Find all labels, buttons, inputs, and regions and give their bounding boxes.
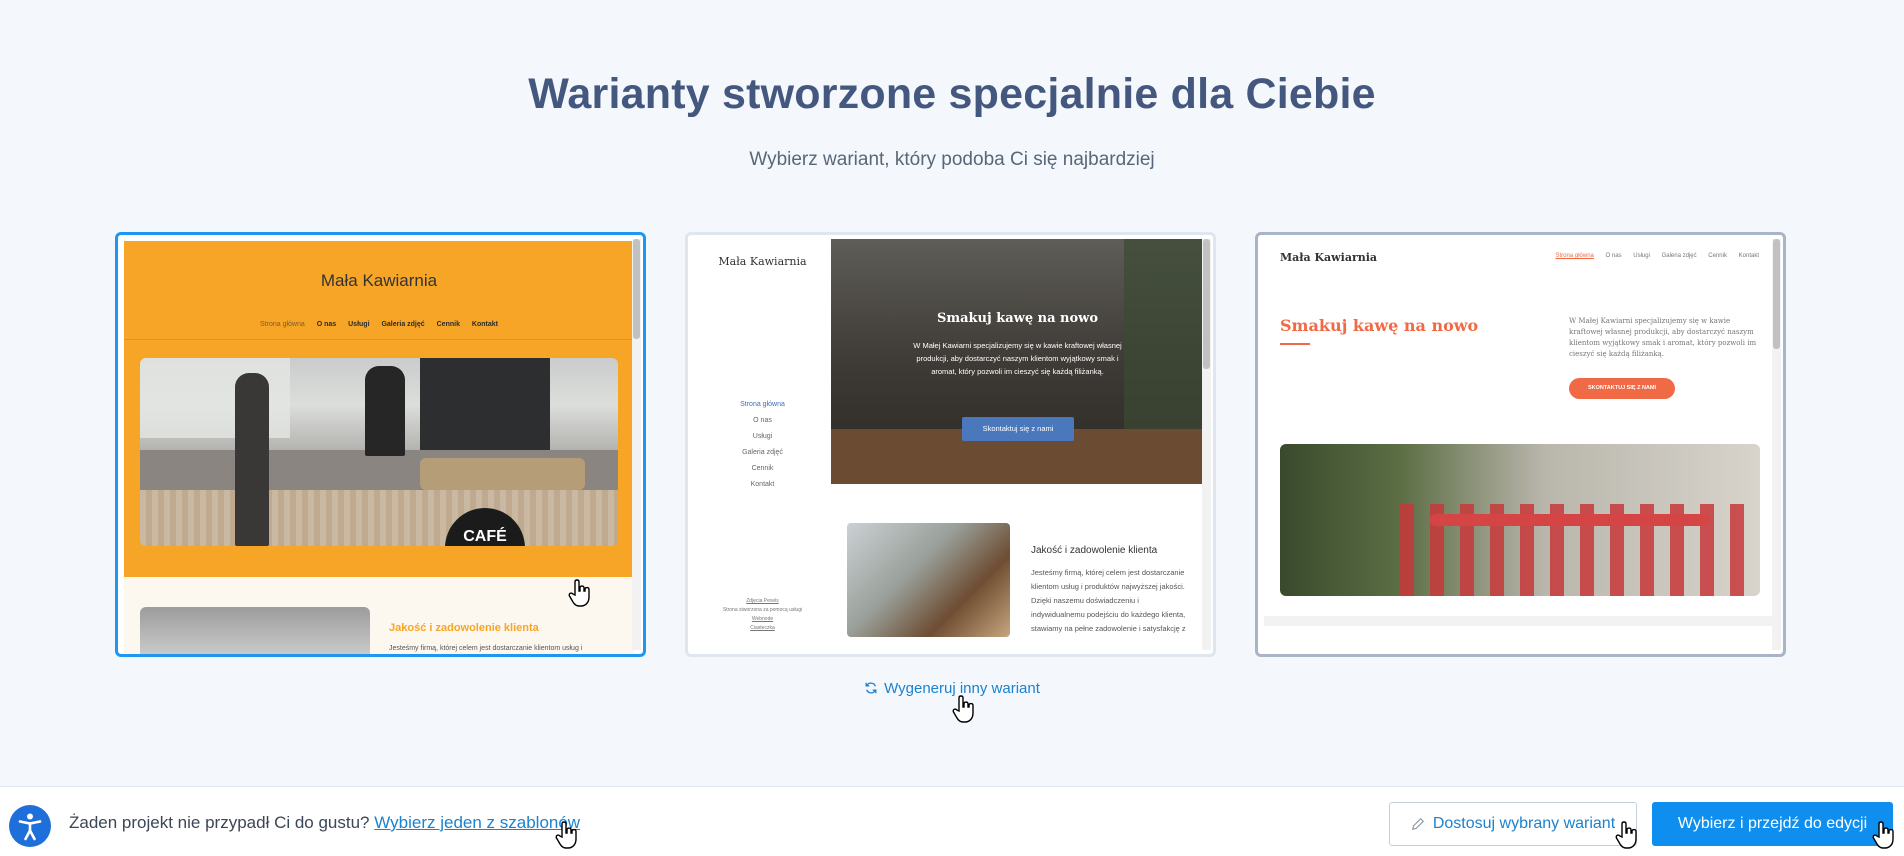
variant-2-section: Jakość i zadowolenie klienta Jesteśmy fi… [831, 484, 1204, 654]
variant-1-hero: Mała Kawiarnia Strona główna O nas Usług… [124, 241, 634, 577]
variant-2-nav-item: O nas [753, 417, 772, 424]
photo-person [365, 366, 405, 456]
variant-1-nav-item: Usługi [348, 321, 370, 328]
variant-1-preview: Mała Kawiarnia Strona główna O nas Usług… [124, 241, 634, 654]
variant-3-nav-item: O nas [1605, 253, 1622, 259]
photo-sacks [420, 458, 585, 490]
variant-2-nav-item: Kontakt [750, 481, 775, 488]
section-image [847, 523, 1010, 637]
accessibility-icon[interactable] [9, 805, 51, 847]
hand-pointer-icon [555, 821, 577, 849]
variant-2-nav-item: Usługi [752, 433, 773, 440]
variant-2-sidebar: Mała Kawiarnia Strona główna O nas Usług… [694, 239, 831, 654]
hand-pointer-icon [952, 695, 974, 723]
variant-1-scrollbar[interactable] [632, 239, 641, 650]
photo-menu-board [420, 358, 550, 458]
variant-2-hero-title: Smakuj kawę na nowo [936, 311, 1099, 326]
page-title: Warianty stworzone specjalnie dla Ciebie [528, 70, 1376, 118]
variant-3-preview: Mała Kawiarnia Strona główna O nas Usług… [1264, 241, 1774, 626]
variant-1-nav-item: Cennik [436, 321, 460, 328]
customize-variant-label: Dostosuj wybrany wariant [1432, 815, 1616, 832]
variant-1-nav-item: Kontakt [471, 321, 498, 328]
variant-1-section-text: Jesteśmy firmą, której celem jest dostar… [389, 645, 583, 652]
variant-2-preview: Mała Kawiarnia Strona główna O nas Usług… [694, 239, 1204, 654]
variant-card-2[interactable]: Mała Kawiarnia Strona główna O nas Usług… [685, 232, 1216, 657]
variant-3-hero-text: W Małej Kawiarni specjalizujemy się w ka… [1569, 317, 1757, 358]
variant-2-section-text: Jesteśmy firmą, której celem jest dostar… [1031, 568, 1186, 633]
header: Warianty stworzone specjalnie dla Ciebie… [0, 70, 1904, 171]
variant-1-section: Jakość i zadowolenie klienta Jesteśmy fi… [124, 577, 634, 654]
variant-3-scrollbar[interactable] [1772, 239, 1781, 650]
variant-3-nav-item: Cennik [1708, 253, 1727, 259]
variant-3-bottom-band [1264, 616, 1774, 626]
templates-link[interactable]: Wybierz jeden z szablonów [374, 813, 580, 832]
accessibility-figure [18, 813, 42, 841]
photo-chair-seats [1430, 514, 1710, 526]
variant-2-footer: Zdjęcia Pexels Strona stworzona za pomoc… [694, 597, 831, 633]
scroll-thumb[interactable] [1773, 239, 1780, 349]
variant-2-nav-item: Strona główna [740, 401, 785, 408]
variant-1-site-title: Mała Kawiarnia [320, 271, 438, 290]
variant-3-nav-item: Galeria zdjęć [1661, 253, 1697, 259]
variant-1-nav-divider [124, 339, 634, 340]
variant-1-nav: Strona główna O nas Usługi Galeria zdjęć… [124, 321, 634, 328]
variant-2-hero-button: Skontaktuj się z nami [962, 417, 1074, 441]
pencil-icon [1411, 817, 1424, 831]
hero-title-underline [1280, 343, 1310, 345]
variant-3-hero-button: SKONTAKTUJ SIĘ Z NAMI [1569, 378, 1675, 399]
variant-1-nav-item: O nas [316, 321, 337, 328]
scroll-thumb[interactable] [1203, 239, 1210, 369]
variant-3-nav-item: Kontakt [1738, 253, 1759, 259]
hand-pointer-icon [1615, 821, 1637, 849]
footer-link: Zdjęcia Pexels [746, 598, 779, 604]
footer-text: Strona stworzona za pomocą usługi [722, 607, 803, 613]
variant-2-site-title: Mała Kawiarnia [718, 255, 807, 268]
variant-card-3[interactable]: Mała Kawiarnia Strona główna O nas Usług… [1255, 232, 1786, 657]
footer-link: Ciasteczka [750, 625, 775, 631]
variant-3-photo [1280, 444, 1760, 596]
variant-2-section-title: Jakość i zadowolenie klienta [1031, 545, 1158, 556]
variant-2-hero: Smakuj kawę na nowo W Małej Kawiarni spe… [831, 239, 1204, 484]
variant-3-nav: Strona główna O nas Usługi Galeria zdjęć… [1551, 253, 1764, 259]
variant-3-hero-title: Smakuj kawę na nowo [1280, 316, 1479, 335]
section-image [140, 607, 370, 654]
photo-counter-wood [140, 490, 618, 546]
footer-link: Webnode [751, 616, 774, 622]
variant-2-scrollbar[interactable] [1202, 239, 1211, 650]
photo-sign-text: CAFÉ [463, 528, 507, 545]
variant-2-hero-text: W Małej Kawiarni specjalizujemy się w ka… [913, 341, 1122, 376]
bottom-bar-text: Żaden projekt nie przypadł Ci do gustu? … [69, 813, 580, 833]
select-and-edit-button[interactable]: Wybierz i przejdź do edycji [1652, 802, 1893, 846]
hand-pointer-icon [568, 579, 590, 607]
variant-3-site-title: Mała Kawiarnia [1280, 251, 1378, 264]
hand-pointer-icon [1872, 821, 1894, 849]
variant-1-nav-item: Strona główna [260, 321, 305, 328]
scroll-thumb[interactable] [633, 239, 640, 339]
photo-person [235, 373, 269, 546]
variant-1-hero-photo: CAFÉ [140, 358, 618, 546]
variant-3-nav-item: Usługi [1633, 253, 1650, 259]
variant-card-1[interactable]: Mała Kawiarnia Strona główna O nas Usług… [115, 232, 646, 657]
variant-2-nav-item: Galeria zdjęć [742, 449, 783, 456]
refresh-icon [865, 682, 877, 694]
variant-3-nav-item: Strona główna [1555, 253, 1594, 259]
variant-1-section-title: Jakość i zadowolenie klienta [389, 622, 539, 634]
variant-2-nav: Strona główna O nas Usługi Galeria zdjęć… [694, 397, 831, 493]
page-subtitle: Wybierz wariant, który podoba Ci się naj… [749, 149, 1155, 170]
customize-variant-button[interactable]: Dostosuj wybrany wariant [1389, 802, 1637, 846]
variant-1-nav-item: Galeria zdjęć [381, 321, 425, 328]
bottom-bar-prompt: Żaden projekt nie przypadł Ci do gustu? [69, 813, 370, 832]
variant-2-nav-item: Cennik [751, 465, 774, 472]
